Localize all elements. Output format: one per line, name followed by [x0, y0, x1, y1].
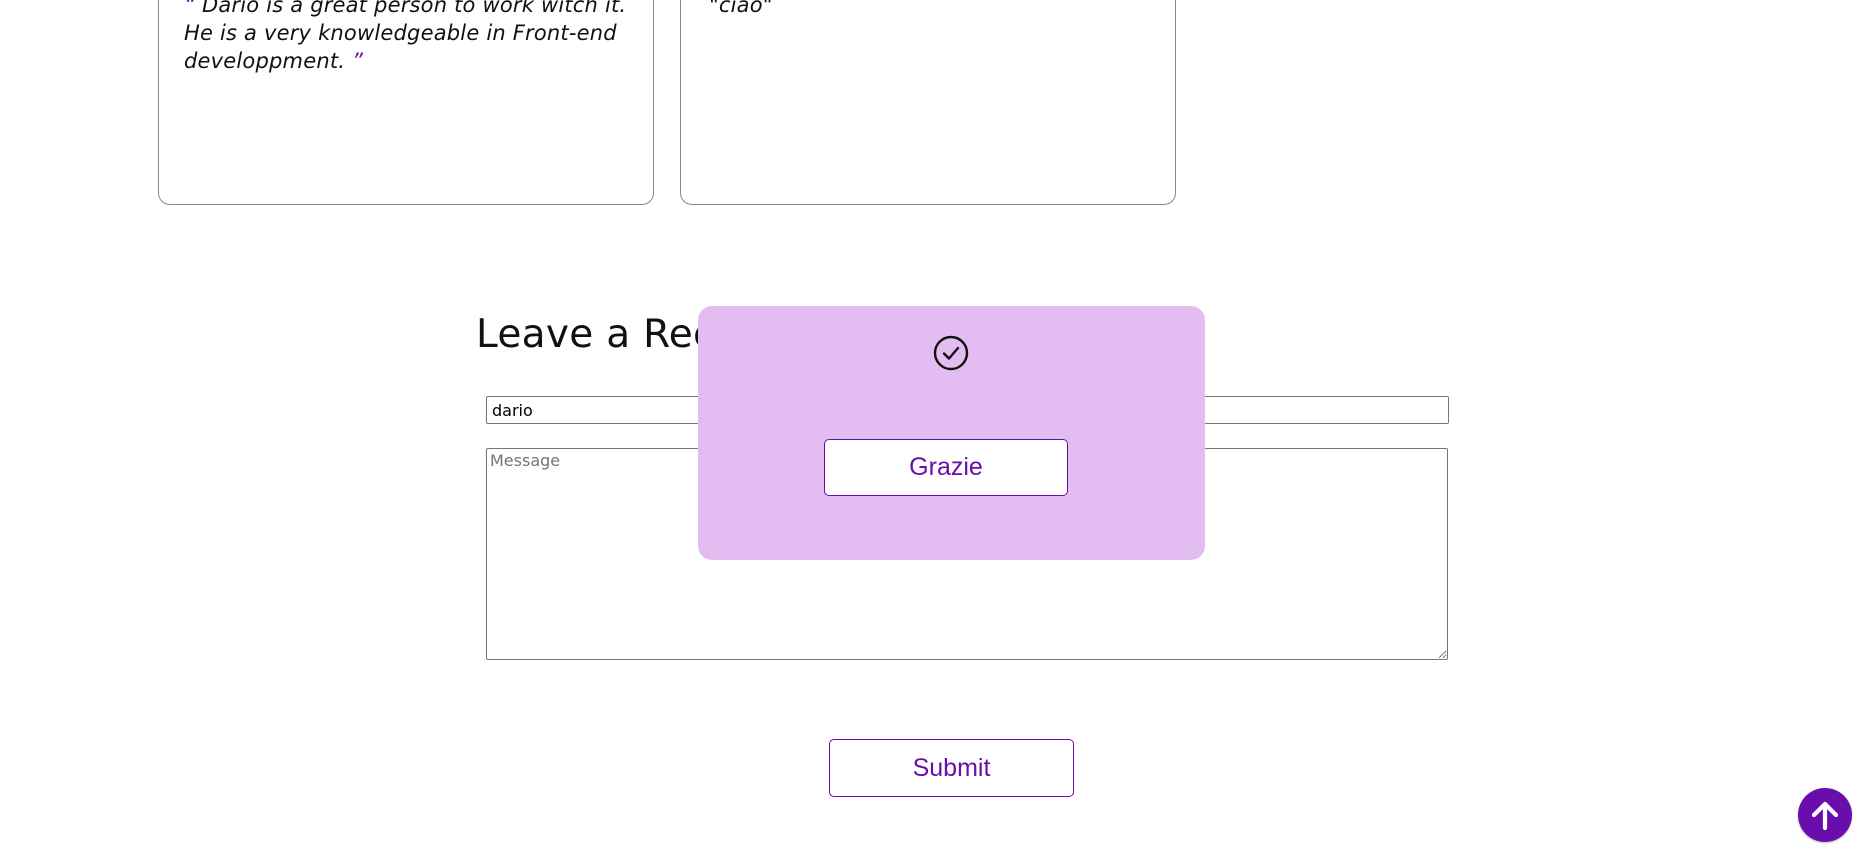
arrow-up-icon — [1811, 801, 1839, 831]
submit-button[interactable]: Submit — [829, 739, 1074, 797]
recommendation-text: "ciao" — [709, 0, 773, 17]
close-quote-mark: ” — [352, 49, 364, 73]
grazie-button[interactable]: Grazie — [824, 439, 1068, 496]
recommendation-card: “ Dario is a great person to work witch … — [158, 0, 654, 205]
check-circle-icon — [932, 334, 970, 372]
recommendation-card: "ciao" — [680, 0, 1176, 205]
recommendation-body: Dario is a great person to work witch it… — [184, 0, 627, 73]
open-quote-mark: “ — [184, 0, 196, 17]
page: “ Dario is a great person to work witch … — [0, 0, 1873, 855]
success-popup: Grazie — [698, 306, 1205, 560]
back-to-top-button[interactable] — [1798, 788, 1852, 842]
recommendation-text: “ Dario is a great person to work witch … — [184, 0, 644, 75]
